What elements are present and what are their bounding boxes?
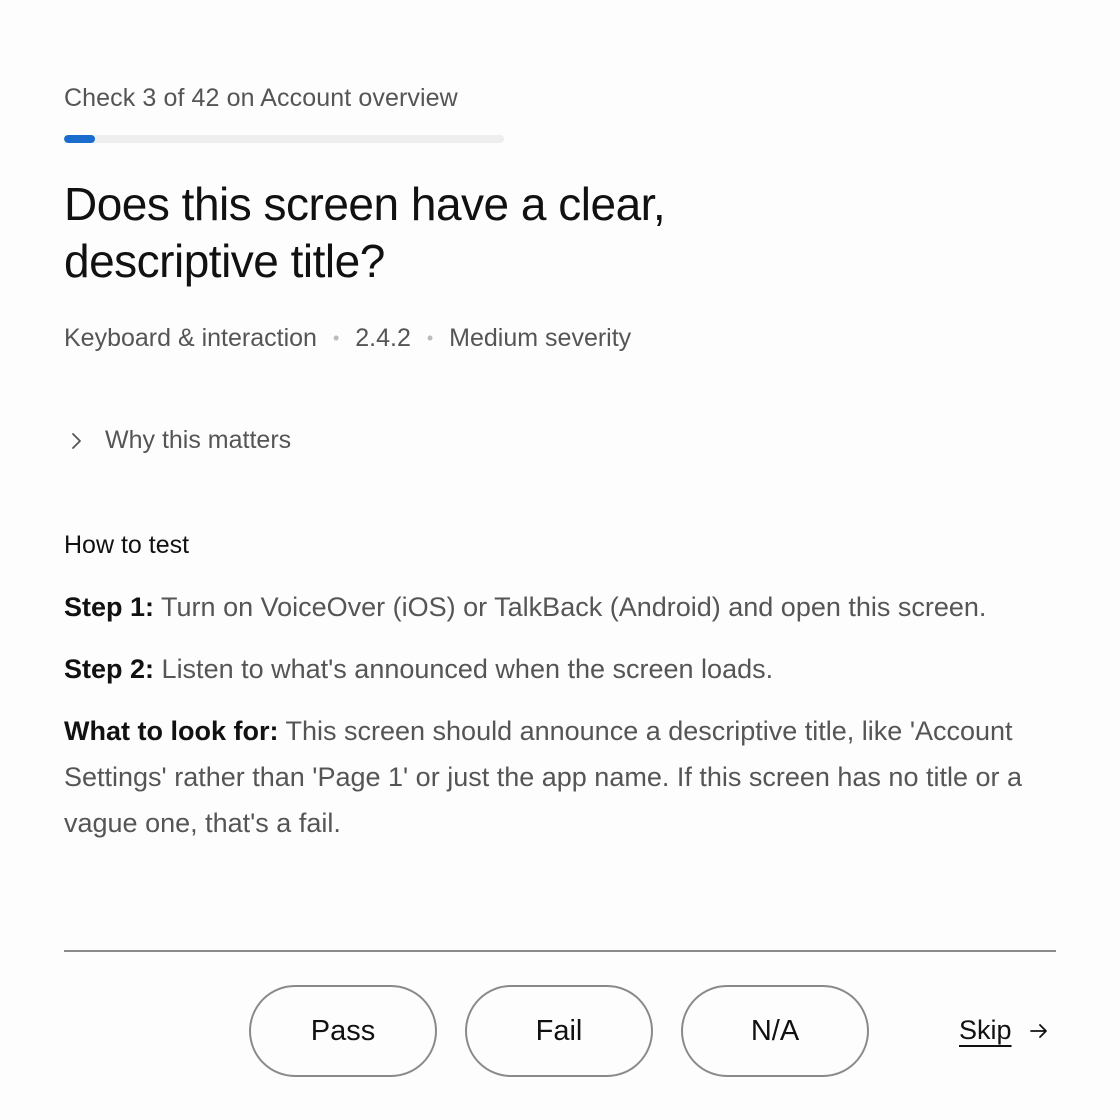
progress-bar	[64, 135, 504, 143]
category-label: Keyboard & interaction	[64, 324, 317, 352]
fail-button[interactable]: Fail	[465, 985, 653, 1077]
step-text: Turn on VoiceOver (iOS) or TalkBack (And…	[161, 592, 987, 622]
step-label: Step 1:	[64, 592, 155, 622]
separator-dot: •	[332, 328, 340, 348]
chevron-right-icon	[72, 432, 81, 449]
step-1: Step 1: Turn on VoiceOver (iOS) or TalkB…	[64, 584, 1064, 630]
step-label: Step 2:	[64, 654, 155, 684]
step-2: Step 2: Listen to what's announced when …	[64, 646, 1064, 692]
severity-label: Medium severity	[449, 324, 632, 352]
step-label: What to look for:	[64, 716, 279, 746]
skip-label: Skip	[959, 1015, 1012, 1045]
na-button[interactable]: N/A	[681, 985, 869, 1077]
check-meta: Keyboard & interaction • 2.4.2 • Medium …	[64, 324, 631, 353]
progress-label: Check 3 of 42 on Account overview	[64, 84, 458, 112]
arrow-right-icon	[1029, 1023, 1047, 1038]
step-text: Listen to what's announced when the scre…	[161, 654, 774, 684]
separator-dot: •	[426, 328, 434, 348]
how-to-test-heading: How to test	[64, 531, 190, 559]
pass-button[interactable]: Pass	[249, 985, 437, 1077]
skip-link[interactable]: Skip	[959, 1015, 1050, 1046]
criterion-label: 2.4.2	[355, 324, 411, 352]
progress-bar-fill	[64, 135, 96, 143]
why-this-matters-toggle[interactable]: Why this matters	[64, 426, 291, 455]
question-title: Does this screen have a clear, descripti…	[64, 178, 666, 287]
divider	[64, 950, 1056, 952]
what-to-look-for: What to look for: This screen should ann…	[64, 708, 1054, 846]
why-this-matters-label: Why this matters	[105, 426, 292, 454]
